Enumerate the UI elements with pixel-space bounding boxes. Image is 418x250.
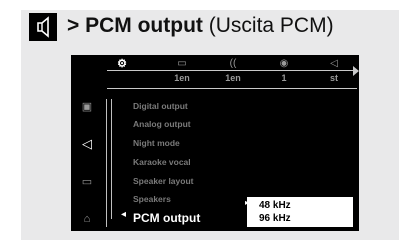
speaker-icon [29, 13, 57, 41]
top-divider [107, 70, 357, 71]
dropdown-option-48khz[interactable]: 48 kHz [259, 200, 291, 211]
menu-divider-inner [111, 99, 112, 219]
angle-value: 1 [281, 73, 287, 83]
speaker-mode-icon[interactable]: ◁ [319, 58, 349, 70]
audio-speaker-icon[interactable]: ◁ [79, 137, 95, 151]
heading-subtitle: (Uscita PCM) [208, 14, 334, 37]
top-divider-lower [107, 88, 357, 89]
arrow-right-icon [353, 66, 359, 76]
top-menu-bar: ⚙ ▭ 1en (( 1en ◉ 1 ◁ st [71, 55, 359, 93]
osd-menu: ⚙ ▭ 1en (( 1en ◉ 1 ◁ st ▣ ◁ ▭ ⌂ Digital … [71, 55, 359, 231]
heading-title: PCM output [85, 14, 203, 37]
heading-prefix: > [67, 14, 80, 37]
cursor-arrow-icon: ◂ [121, 209, 127, 220]
parental-lock-icon[interactable]: ⌂ [79, 212, 95, 226]
subtitle-settings-icon[interactable]: ▭ [79, 175, 95, 189]
pcm-output-dropdown[interactable]: 48 kHz 96 kHz [247, 197, 353, 227]
dropdown-option-96khz[interactable]: 96 kHz [259, 213, 291, 224]
audio-language-value: 1en [225, 73, 241, 83]
heading-text: > PCM output (Uscita PCM) [67, 12, 334, 40]
menu-divider [106, 99, 107, 227]
display-icon[interactable]: ▣ [79, 100, 95, 114]
angle-icon[interactable]: ◉ [269, 58, 299, 70]
speaker-mode-value: st [329, 73, 338, 83]
menu-item-analog-output[interactable]: Analog output [133, 119, 191, 129]
subtitle-icon[interactable]: ▭ [167, 58, 197, 70]
audio-language-icon[interactable]: (( [218, 58, 248, 70]
menu-item-speakers[interactable]: Speakers [133, 194, 171, 204]
menu-item-digital-output[interactable]: Digital output [133, 101, 188, 111]
menu-item-pcm-output[interactable]: PCM output [133, 211, 200, 225]
menu-item-night-mode[interactable]: Night mode [133, 138, 180, 148]
menu-item-karaoke-vocal[interactable]: Karaoke vocal [133, 157, 191, 167]
menu-item-speaker-layout[interactable]: Speaker layout [133, 176, 193, 186]
subtitle-value: 1en [174, 73, 190, 83]
settings-icon[interactable]: ⚙ [107, 58, 137, 70]
